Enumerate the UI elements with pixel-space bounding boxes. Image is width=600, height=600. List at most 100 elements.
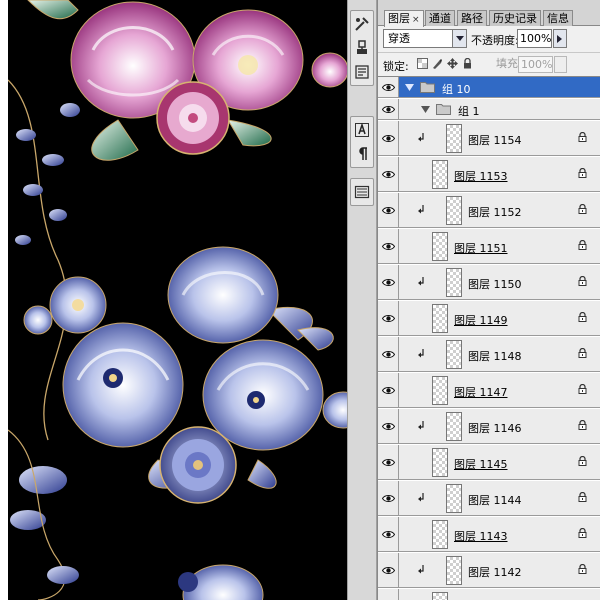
layer-lock-icon <box>578 455 587 469</box>
pink-peony-cluster <box>27 0 348 161</box>
layer-group-row[interactable]: 组 10 <box>378 77 600 98</box>
group-name: 组 10 <box>442 83 471 96</box>
visibility-eye-icon[interactable] <box>378 589 399 600</box>
lock-pixels-brush-icon[interactable] <box>432 58 443 69</box>
visibility-eye-icon[interactable] <box>378 265 399 299</box>
document-canvas[interactable] <box>8 0 348 600</box>
clipping-mask-arrow-icon <box>418 349 425 362</box>
layer-group-row[interactable]: 组 1 <box>378 99 600 120</box>
floral-artwork <box>8 0 348 600</box>
layer-name: 图层 1145 <box>454 458 508 471</box>
layer-name: 图层 1152 <box>468 206 522 219</box>
layer-row[interactable]: 图层 1154 <box>378 121 600 156</box>
tab-channels[interactable]: 通道 <box>425 10 455 26</box>
visibility-eye-icon[interactable] <box>378 373 399 407</box>
layer-name: 图层 1144 <box>468 494 522 507</box>
layer-thumbnail[interactable] <box>446 484 462 513</box>
layer-comps-icon[interactable] <box>351 181 373 203</box>
character-panel-icon[interactable] <box>351 119 373 141</box>
visibility-eye-icon[interactable] <box>378 229 399 263</box>
opacity-input[interactable]: 100% <box>517 29 552 48</box>
clone-source-icon[interactable] <box>351 37 373 59</box>
layer-thumbnail[interactable] <box>446 124 462 153</box>
layer-thumbnail[interactable] <box>432 448 448 477</box>
clipping-mask-arrow-icon <box>418 133 425 146</box>
layer-row[interactable]: 图层 1146 <box>378 409 600 444</box>
layer-thumbnail[interactable] <box>432 160 448 189</box>
visibility-eye-icon[interactable] <box>378 99 399 119</box>
layer-row[interactable]: 图层 1148 <box>378 337 600 372</box>
layer-name: 图层 1148 <box>468 350 522 363</box>
layer-thumbnail[interactable] <box>446 412 462 441</box>
visibility-eye-icon[interactable] <box>378 445 399 479</box>
layer-thumbnail[interactable] <box>446 196 462 225</box>
layer-row[interactable]: 图层 1141 <box>378 589 600 600</box>
chevron-down-icon <box>452 30 466 47</box>
layer-row[interactable]: 图层 1144 <box>378 481 600 516</box>
blend-mode-select[interactable]: 穿透 <box>383 29 467 48</box>
layer-thumbnail[interactable] <box>446 340 462 369</box>
layer-name: 图层 1143 <box>454 530 508 543</box>
tool-presets-icon[interactable] <box>351 61 373 83</box>
layer-thumbnail[interactable] <box>432 232 448 261</box>
brush-settings-icon[interactable] <box>351 13 373 35</box>
fill-input[interactable]: 100% <box>518 56 553 73</box>
dock-group-3 <box>350 178 374 206</box>
visibility-eye-icon[interactable] <box>378 409 399 443</box>
layer-thumbnail[interactable] <box>432 376 448 405</box>
lock-position-move-icon[interactable] <box>447 58 458 69</box>
layer-row[interactable]: 图层 1153 <box>378 157 600 192</box>
layers-list[interactable]: 组 10 组 1 图层 1154 图层 1153 图层 1152 图层 1151 图层 11… <box>378 76 600 600</box>
layer-name: 图层 1147 <box>454 386 508 399</box>
layer-name: 图层 1142 <box>468 566 522 579</box>
layer-row[interactable]: 图层 1145 <box>378 445 600 480</box>
tab-info[interactable]: 信息 <box>543 10 573 26</box>
layer-thumbnail[interactable] <box>432 592 448 600</box>
group-expand-triangle-icon[interactable] <box>405 82 414 95</box>
layer-row[interactable]: 图层 1142 <box>378 553 600 588</box>
dock-group-1 <box>350 10 374 86</box>
layer-thumbnail[interactable] <box>432 520 448 549</box>
visibility-eye-icon[interactable] <box>378 77 399 97</box>
tab-history[interactable]: 历史记录 <box>489 10 541 26</box>
layer-row[interactable]: 图层 1143 <box>378 517 600 552</box>
layer-thumbnail[interactable] <box>446 268 462 297</box>
layer-thumbnail[interactable] <box>446 556 462 585</box>
clipping-mask-arrow-icon <box>418 493 425 506</box>
paragraph-panel-icon[interactable] <box>351 143 373 165</box>
fill-slider-arrow-icon[interactable] <box>554 56 567 73</box>
layer-row[interactable]: 图层 1147 <box>378 373 600 408</box>
layer-lock-icon <box>578 167 587 181</box>
lock-transparent-icon[interactable] <box>417 58 428 69</box>
layer-row[interactable]: 图层 1151 <box>378 229 600 264</box>
layer-row[interactable]: 图层 1152 <box>378 193 600 228</box>
clipping-mask-arrow-icon <box>418 205 425 218</box>
group-expand-triangle-icon[interactable] <box>421 104 430 117</box>
opacity-slider-arrow-icon[interactable] <box>553 29 567 48</box>
layer-lock-icon <box>578 563 587 577</box>
visibility-eye-icon[interactable] <box>378 553 399 587</box>
clipping-mask-arrow-icon <box>418 421 425 434</box>
visibility-eye-icon[interactable] <box>378 193 399 227</box>
tab-paths[interactable]: 路径 <box>457 10 487 26</box>
visibility-eye-icon[interactable] <box>378 337 399 371</box>
layer-lock-icon <box>578 491 587 505</box>
close-tab-icon[interactable]: × <box>412 15 420 25</box>
tab-layers[interactable]: 图层 × <box>384 10 424 27</box>
layer-lock-icon <box>578 203 587 217</box>
visibility-eye-icon[interactable] <box>378 481 399 515</box>
layer-lock-icon <box>578 383 587 397</box>
clipping-mask-arrow-icon <box>418 565 425 578</box>
blend-opacity-row: 穿透 不透明度: 100% <box>378 28 600 50</box>
layer-row[interactable]: 图层 1150 <box>378 265 600 300</box>
layer-row[interactable]: 图层 1149 <box>378 301 600 336</box>
lock-fill-row: 锁定: 填充: 100% <box>378 52 600 74</box>
panel-dock-strip <box>347 0 377 600</box>
lock-all-icon[interactable] <box>462 57 473 69</box>
folder-icon <box>420 81 435 96</box>
visibility-eye-icon[interactable] <box>378 121 399 155</box>
layer-thumbnail[interactable] <box>432 304 448 333</box>
visibility-eye-icon[interactable] <box>378 301 399 335</box>
visibility-eye-icon[interactable] <box>378 517 399 551</box>
visibility-eye-icon[interactable] <box>378 157 399 191</box>
